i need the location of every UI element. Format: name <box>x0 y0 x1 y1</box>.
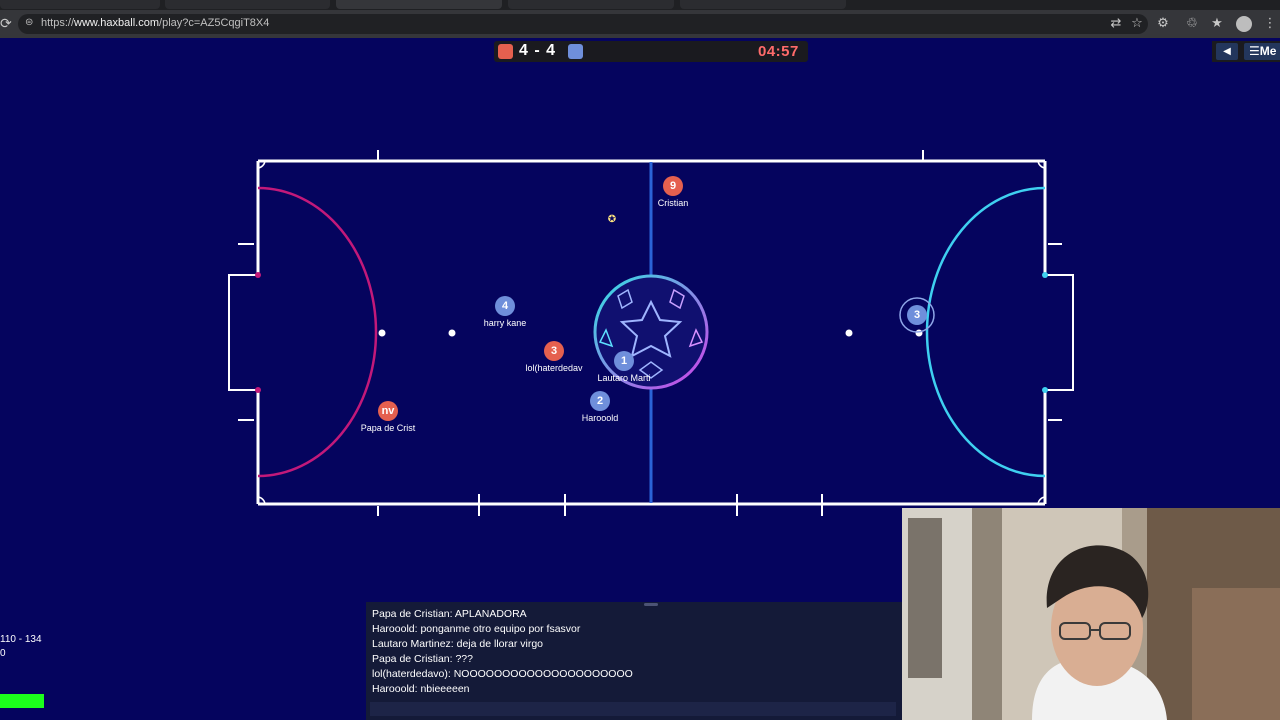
ball-marker-icon: ✪ <box>608 214 616 225</box>
stats-line: 110 - 134 <box>0 634 42 645</box>
player-number: 1 <box>614 351 634 371</box>
player-name: Papa de Crist <box>360 423 416 433</box>
stats-line: 0 <box>0 648 6 659</box>
player-number: 2 <box>590 391 610 411</box>
player-name: Lautaro Marti <box>597 373 651 383</box>
player-name: Cristian <box>657 198 689 208</box>
chat-resize-handle[interactable] <box>644 603 658 606</box>
stats-overlay: 110 - 134 0 <box>0 633 42 661</box>
chat-message: Harooold: nbieeeeen <box>372 683 470 695</box>
player-number: 4 <box>495 296 515 316</box>
chat-message: Papa de Cristian: APLANADORA <box>372 608 527 620</box>
blue-penalty-arc <box>925 186 1046 478</box>
player-name: lol(haterdedav <box>525 363 583 373</box>
player-number: 9 <box>663 176 683 196</box>
chat-input[interactable] <box>370 702 896 716</box>
chat-message: Harooold: ponganme otro equipo por fsasv… <box>372 623 581 635</box>
chat-message: lol(haterdedavo): NOOOOOOOOOOOOOOOOOOOOO <box>372 668 633 680</box>
green-overlay-bar <box>0 694 44 708</box>
player-name: harry kane <box>483 318 527 328</box>
chat-message: Papa de Cristian: ??? <box>372 653 473 665</box>
center-circle-logo <box>593 274 709 390</box>
chat-message: Lautaro Martinez: deja de llorar virgo <box>372 638 544 650</box>
chat-panel: Papa de Cristian: APLANADORA Harooold: p… <box>366 602 902 720</box>
webcam-image <box>902 508 1280 720</box>
player-number: nv <box>378 401 398 421</box>
player-number: 3 <box>544 341 564 361</box>
player-name: Harooold <box>581 413 619 423</box>
player-number: 3 <box>907 305 927 325</box>
webcam-overlay <box>902 508 1280 720</box>
